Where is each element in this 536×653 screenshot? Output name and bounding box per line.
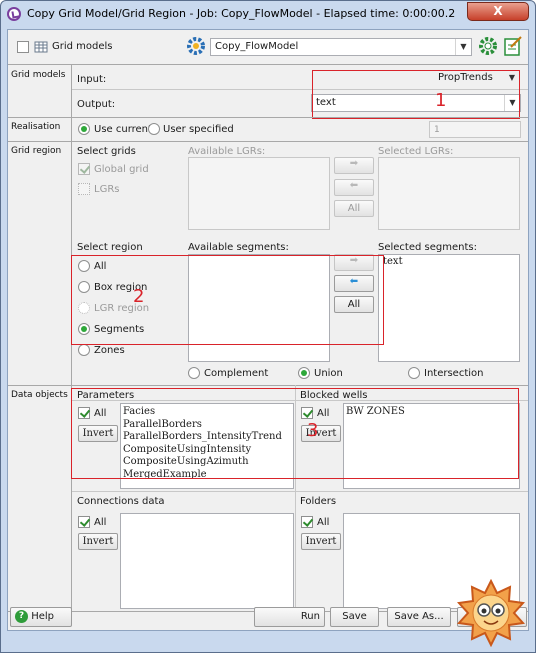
dialog-panel: Grid models Copy_FlowModel ▼ Grid models… (7, 29, 529, 631)
connections-invert-button[interactable]: Invert (78, 533, 118, 550)
grid-models-checkbox[interactable] (17, 41, 29, 53)
section-grid-models: Grid models (11, 70, 66, 80)
global-grid-label: Global grid (94, 164, 149, 175)
union-radio[interactable] (298, 367, 310, 379)
list-item[interactable]: text (383, 256, 403, 267)
folders-all-checkbox[interactable] (301, 516, 313, 528)
user-specified-radio[interactable] (148, 123, 160, 135)
settings-gear-icon[interactable] (477, 35, 499, 57)
lgrs-checkbox[interactable] (78, 183, 90, 195)
annotation-box-1 (312, 70, 520, 119)
intersection-radio[interactable] (408, 367, 420, 379)
region-zones-radio[interactable] (78, 344, 90, 356)
help-icon: ? (15, 609, 28, 623)
connections-list[interactable] (120, 513, 294, 609)
divider (8, 141, 528, 142)
help-label: Help (31, 611, 54, 622)
move-left-button[interactable]: ⬅ (334, 179, 374, 196)
arrow-left-icon: ⬅ (349, 180, 359, 191)
select-grids-label: Select grids (77, 146, 136, 157)
selected-lgrs-label: Selected LGRs: (378, 146, 454, 157)
use-current-label: Use current (94, 124, 152, 135)
app-icon (7, 7, 21, 21)
arrow-right-icon: ➡ (349, 158, 359, 169)
divider (8, 117, 528, 118)
folders-invert-button[interactable]: Invert (301, 533, 341, 550)
complement-label: Complement (204, 368, 269, 379)
save-as-button[interactable]: Save As... (387, 607, 451, 627)
annotation-number-3: 3 (307, 420, 319, 441)
help-button[interactable]: ? Help (10, 607, 72, 627)
job-name-combo[interactable]: Copy_FlowModel ▼ (210, 38, 472, 56)
global-grid-checkbox[interactable] (78, 163, 90, 175)
move-all-lgrs-button[interactable]: All (334, 200, 374, 217)
chevron-down-icon: ▼ (455, 39, 471, 55)
selected-segments-label: Selected segments: (378, 242, 477, 253)
edit-notes-icon[interactable] (503, 35, 523, 57)
divider (8, 385, 528, 386)
section-data-objects: Data objects (11, 390, 68, 400)
move-right-button[interactable]: ➡ (334, 157, 374, 174)
connections-data-label: Connections data (77, 496, 165, 507)
divider (8, 64, 528, 65)
union-label: Union (314, 368, 343, 379)
realisation-number-field[interactable]: 1 (429, 121, 521, 138)
selected-segments-list[interactable]: text (378, 254, 520, 362)
connections-all-checkbox[interactable] (78, 516, 90, 528)
workflow-gear-icon (187, 37, 205, 55)
mascot-sun-icon (457, 579, 525, 647)
region-zones-label: Zones (94, 345, 125, 356)
select-region-label: Select region (77, 242, 143, 253)
grid-models-icon (34, 41, 48, 53)
divider (72, 491, 528, 492)
annotation-box-3 (71, 388, 519, 479)
annotation-number-2: 2 (133, 286, 145, 307)
section-realisation: Realisation (11, 122, 61, 132)
selected-lgrs-list[interactable] (378, 157, 520, 230)
window-title: Copy Grid Model/Grid Region - Job: Copy_… (27, 7, 456, 20)
output-label: Output: (77, 99, 116, 110)
toolbar: Grid models Copy_FlowModel ▼ (8, 30, 528, 64)
complement-radio[interactable] (188, 367, 200, 379)
grid-models-label: Grid models (52, 41, 113, 52)
use-current-radio[interactable] (78, 123, 90, 135)
job-name-value: Copy_FlowModel (215, 41, 299, 52)
annotation-box-2 (71, 255, 384, 345)
available-lgrs-list[interactable] (188, 157, 330, 230)
intersection-label: Intersection (424, 368, 484, 379)
dialog-window: Copy Grid Model/Grid Region - Job: Copy_… (0, 0, 536, 653)
user-specified-label: User specified (163, 124, 234, 135)
available-segments-label: Available segments: (188, 242, 289, 253)
lgrs-label: LGRs (94, 184, 120, 195)
available-lgrs-label: Available LGRs: (188, 146, 266, 157)
divider (295, 491, 296, 611)
run-button[interactable]: Run (254, 607, 325, 627)
input-label: Input: (77, 74, 107, 85)
annotation-number-1: 1 (435, 90, 447, 111)
close-button[interactable]: X (467, 2, 529, 21)
section-grid-region: Grid region (11, 146, 62, 156)
folders-all-label: All (317, 517, 330, 528)
connections-all-label: All (94, 517, 107, 528)
folders-label: Folders (300, 496, 337, 507)
title-bar[interactable]: Copy Grid Model/Grid Region - Job: Copy_… (1, 1, 535, 27)
save-button[interactable]: Save (330, 607, 379, 627)
